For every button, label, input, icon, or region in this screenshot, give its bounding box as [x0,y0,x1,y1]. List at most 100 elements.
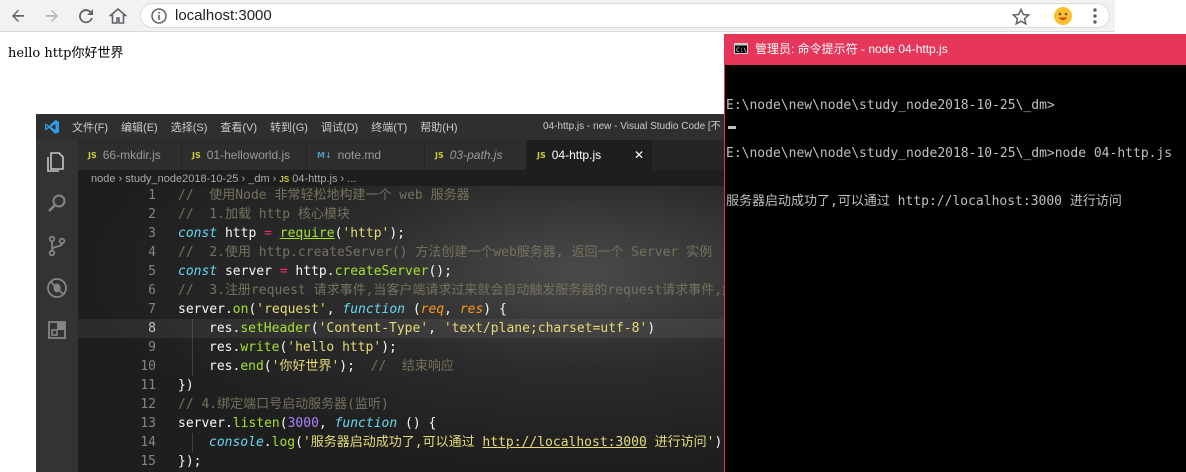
line-number: 5 [148,264,156,279]
vscode-logo-icon [45,120,59,134]
line-number: 12 [140,397,156,412]
code-line: 4 // 2.使用 http.createServer() 方法创建一个web服务… [78,243,724,262]
browser-toolbar: localhost:3000 [0,0,1186,32]
js-file-icon: JS [435,150,444,160]
vscode-window-title: 04-http.js - new - Visual Studio Code [不 [543,121,721,132]
close-icon[interactable]: ✕ [634,148,644,162]
source-control-icon[interactable] [45,234,69,258]
breadcrumb-item[interactable]: ... [347,173,356,185]
tab-label: note.md [337,148,382,162]
code-line: 5 const server = http.createServer(); [78,262,724,281]
code-line: 12 // 4.绑定端口号启动服务器(监听) [78,395,724,414]
command-prompt-window: C:\ 管理员: 命令提示符 - node 04-http.js E:\node… [724,34,1186,472]
code-text: }) [178,378,194,393]
code-text: // 2.使用 http.createServer() 方法创建一个web服务器… [178,245,713,260]
star-icon[interactable] [1011,7,1031,27]
line-number: 8 [148,321,156,336]
activity-bar [36,140,78,472]
line-number: 6 [148,283,156,298]
code-text: const server = http.createServer(); [178,264,452,279]
reload-icon[interactable] [74,4,98,28]
svg-text:C:\: C:\ [736,47,747,54]
terminal-icon: C:\ [734,43,748,54]
code-text: res.end('你好世界'); // 结束响应 [209,359,454,374]
code-line: 11}) [78,376,724,395]
vscode-menubar: 文件(F) 编辑(E) 选择(S) 查看(V) 转到(G) 调试(D) 终端(T… [72,114,471,140]
line-number: 11 [140,378,156,393]
vscode-titlebar: 文件(F) 编辑(E) 选择(S) 查看(V) 转到(G) 调试(D) 终端(T… [36,114,724,140]
code-line: 13 server.listen(3000, function () { [78,414,724,433]
menu-kebab-icon[interactable] [1088,6,1102,26]
code-text: }); [178,454,202,469]
js-file-icon: JS [279,175,290,184]
cmd-line: E:\node\new\node\study_node2018-10-25\_d… [726,98,1055,113]
page-body-text: hello http你好世界 [8,46,124,61]
code-text: console.log('服务器启动成功了,可以通过 http://localh… [209,435,724,450]
cmd-line: E:\node\new\node\study_node2018-10-25\_d… [726,146,1173,161]
code-text: // 4.绑定端口号启动服务器(监听) [178,397,389,412]
code-line: 1 // 使用Node 非常轻松地构建一个 web 服务器 [78,186,724,205]
explorer-icon[interactable] [45,150,69,174]
tab-04-http[interactable]: JS 04-http.js ✕ [527,140,653,170]
menu-help[interactable]: 帮助(H) [420,119,457,135]
code-line: 2 // 1.加载 http 核心模块 [78,205,724,224]
menu-selection[interactable]: 选择(S) [171,119,208,135]
js-file-icon: JS [192,150,201,160]
code-editor[interactable]: 1 // 使用Node 非常轻松地构建一个 web 服务器 2 // 1.加载 ht… [78,186,724,472]
tab-label: 66-mkdir.js [102,148,161,162]
extensions-icon[interactable] [45,318,69,342]
code-text: // 1.加载 http 核心模块 [178,207,350,222]
line-number: 10 [140,359,156,374]
cmd-title: 管理员: 命令提示符 - node 04-http.js [755,42,948,56]
address-bar[interactable]: localhost:3000 [140,3,1110,28]
cmd-line: 服务器启动成功了,可以通过 http://localhost:3000 进行访问 [726,194,1122,209]
code-line: 3 const http = require('http'); [78,224,724,243]
line-number: 4 [148,245,156,260]
breadcrumb-item[interactable]: 04-http.js [292,173,337,185]
debug-icon[interactable] [45,276,69,300]
forward-arrow-icon[interactable] [40,4,64,28]
cmd-output[interactable]: E:\node\new\node\study_node2018-10-25\_d… [726,66,1186,242]
emoji-extension-icon[interactable] [1052,5,1074,27]
menu-file[interactable]: 文件(F) [72,119,108,135]
home-icon[interactable] [106,4,130,28]
code-text: const http = require('http'); [178,226,406,241]
menu-view[interactable]: 查看(V) [220,119,257,135]
code-text: // 使用Node 非常轻松地构建一个 web 服务器 [178,188,470,203]
tab-label: 04-http.js [551,148,602,162]
menu-terminal[interactable]: 终端(T) [371,119,407,135]
code-line: 6 // 3.注册request 请求事件,当客户端请求过来就会自动触发服务器的r… [78,281,724,300]
cmd-titlebar: C:\ 管理员: 命令提示符 - node 04-http.js [725,34,1186,65]
breadcrumb-item[interactable]: _dm [248,173,269,185]
tab-label: 03-path.js [449,148,503,162]
code-text: server.on('request', function (req, res)… [178,302,507,317]
breadcrumb-item[interactable]: node [91,173,115,185]
line-number: 15 [140,454,156,469]
code-text: res.setHeader('Content-Type', 'text/plan… [209,321,656,336]
info-icon[interactable] [151,8,167,24]
url-text[interactable]: localhost:3000 [175,7,272,24]
breadcrumb-item[interactable]: study_node2018-10-25 [125,173,238,185]
markdown-file-icon: M↓ [317,150,332,160]
menu-debug[interactable]: 调试(D) [321,119,358,135]
tab-note-md[interactable]: M↓ note.md [307,140,425,170]
menu-go[interactable]: 转到(G) [270,119,308,135]
code-line-current: 8 res.setHeader('Content-Type', 'text/pla… [78,319,724,338]
code-line: 9 res.write('hello http'); [78,338,724,357]
menu-edit[interactable]: 编辑(E) [121,119,158,135]
code-text: res.write('hello http'); [209,340,397,355]
line-number: 13 [140,416,156,431]
tab-66-mkdir[interactable]: JS 66-mkdir.js [78,140,182,170]
code-line: 7 server.on('request', function (req, res… [78,300,724,319]
line-number: 9 [148,340,156,355]
code-line: 10 res.end('你好世界'); // 结束响应 [78,357,724,376]
back-arrow-icon[interactable] [6,4,30,28]
line-number: 14 [140,435,156,450]
search-icon[interactable] [45,192,69,216]
js-file-icon: JS [537,150,546,160]
tab-03-path[interactable]: JS 03-path.js [425,140,527,170]
vscode-window: 文件(F) 编辑(E) 选择(S) 查看(V) 转到(G) 调试(D) 终端(T… [36,114,724,472]
tab-01-helloworld[interactable]: JS 01-helloworld.js [182,140,307,170]
line-number: 1 [148,188,156,203]
line-number: 2 [148,207,156,222]
